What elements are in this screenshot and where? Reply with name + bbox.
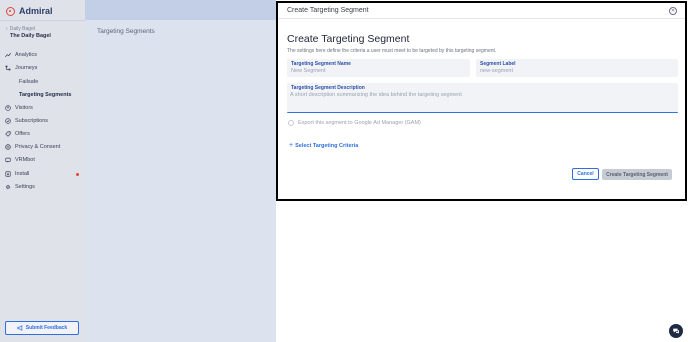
modal-header: Create Targeting Segment ✕ bbox=[278, 3, 685, 19]
sidebar-item-install[interactable]: Install bbox=[5, 171, 29, 177]
segment-description-input[interactable] bbox=[290, 92, 675, 110]
segment-name-label: Targeting Segment Name bbox=[291, 61, 351, 67]
sidebar-item-subscriptions[interactable]: Subscriptions bbox=[5, 118, 48, 124]
form-title: Create Targeting Segment bbox=[287, 33, 410, 45]
sidebar-subitem-targeting-segments[interactable]: Targeting Segments bbox=[19, 92, 71, 98]
sidebar-item-label: Journeys bbox=[15, 65, 38, 71]
sidebar: Admiral ‹ Daily Bagel The Daily Bagel An… bbox=[0, 0, 85, 342]
sidebar-item-offers[interactable]: Offers bbox=[5, 131, 30, 137]
export-gam-option[interactable]: Export this segment to Google Ad Manager… bbox=[288, 120, 421, 126]
segment-description-label: Targeting Segment Description bbox=[291, 85, 365, 91]
main-panel: Targeting Segments bbox=[85, 0, 276, 342]
bot-icon bbox=[5, 157, 11, 163]
form-description: The settings here define the criteria a … bbox=[287, 48, 497, 54]
subscriptions-icon bbox=[5, 118, 11, 124]
chevron-left-icon: ‹ bbox=[6, 26, 8, 32]
segment-label-label: Segment Label bbox=[480, 61, 516, 67]
admiral-logo-icon bbox=[6, 6, 15, 16]
sidebar-item-label: Install bbox=[15, 171, 30, 177]
sidebar-item-analytics[interactable]: Analytics bbox=[5, 52, 37, 58]
publisher-small-label: Daily Bagel bbox=[9, 26, 35, 32]
brand[interactable]: Admiral bbox=[6, 5, 53, 17]
export-gam-label: Export this segment to Google Ad Manager… bbox=[298, 120, 421, 126]
segment-name-field: Targeting Segment Name bbox=[287, 59, 470, 77]
install-icon bbox=[5, 171, 11, 177]
chart-line-icon bbox=[5, 52, 11, 58]
chat-icon bbox=[673, 328, 679, 334]
gear-icon bbox=[5, 184, 11, 190]
sidebar-divider bbox=[0, 20, 85, 21]
modal-header-title: Create Targeting Segment bbox=[287, 7, 369, 14]
cancel-button[interactable]: Cancel bbox=[572, 168, 599, 180]
sidebar-item-label: Offers bbox=[15, 131, 30, 137]
plus-icon: + bbox=[289, 142, 294, 149]
journeys-icon bbox=[5, 65, 11, 71]
sidebar-item-vrmbot[interactable]: VRMbot bbox=[5, 157, 35, 163]
install-alert-badge bbox=[76, 173, 79, 176]
megaphone-icon bbox=[17, 325, 23, 331]
sidebar-item-journeys[interactable]: Journeys bbox=[5, 65, 37, 71]
sidebar-item-label: VRMbot bbox=[15, 157, 35, 163]
chat-launcher-button[interactable] bbox=[669, 324, 683, 338]
create-segment-modal: Create Targeting Segment ✕ Create Target… bbox=[276, 1, 687, 201]
sidebar-item-visitors[interactable]: Visitors bbox=[5, 105, 33, 111]
privacy-icon bbox=[5, 144, 11, 150]
create-segment-button[interactable]: Create Targeting Segment bbox=[602, 169, 672, 180]
sidebar-item-label: Settings bbox=[15, 184, 35, 190]
segment-description-field: Targeting Segment Description bbox=[287, 83, 678, 113]
sidebar-item-settings[interactable]: Settings bbox=[5, 184, 35, 190]
visitors-icon bbox=[5, 105, 11, 111]
select-targeting-criteria-link[interactable]: + Select Targeting Criteria bbox=[289, 142, 358, 149]
offers-icon bbox=[5, 131, 11, 137]
main-top-bar bbox=[85, 0, 276, 20]
page-title: Targeting Segments bbox=[97, 28, 155, 35]
publisher-switcher[interactable]: ‹ Daily Bagel The Daily Bagel bbox=[6, 26, 51, 39]
submit-feedback-button[interactable]: Submit Feedback bbox=[5, 321, 79, 335]
submit-feedback-label: Submit Feedback bbox=[25, 325, 68, 331]
close-icon[interactable]: ✕ bbox=[669, 7, 677, 15]
export-gam-checkbox[interactable] bbox=[288, 120, 294, 126]
sidebar-subitem-failsafe[interactable]: Failsafe bbox=[19, 79, 38, 85]
sidebar-item-label: Analytics bbox=[15, 52, 38, 58]
sidebar-item-label: Visitors bbox=[15, 105, 33, 111]
segment-name-input[interactable] bbox=[291, 68, 461, 74]
select-targeting-criteria-label: Select Targeting Criteria bbox=[295, 142, 359, 149]
brand-name: Admiral bbox=[19, 6, 53, 16]
segment-label-input[interactable] bbox=[480, 68, 650, 74]
sidebar-item-privacy-consent[interactable]: Privacy & Consent bbox=[5, 144, 60, 150]
publisher-name: The Daily Bagel bbox=[10, 33, 51, 39]
sidebar-item-label: Privacy & Consent bbox=[15, 144, 61, 150]
segment-label-field: Segment Label bbox=[476, 59, 678, 77]
sidebar-item-label: Subscriptions bbox=[15, 118, 49, 124]
